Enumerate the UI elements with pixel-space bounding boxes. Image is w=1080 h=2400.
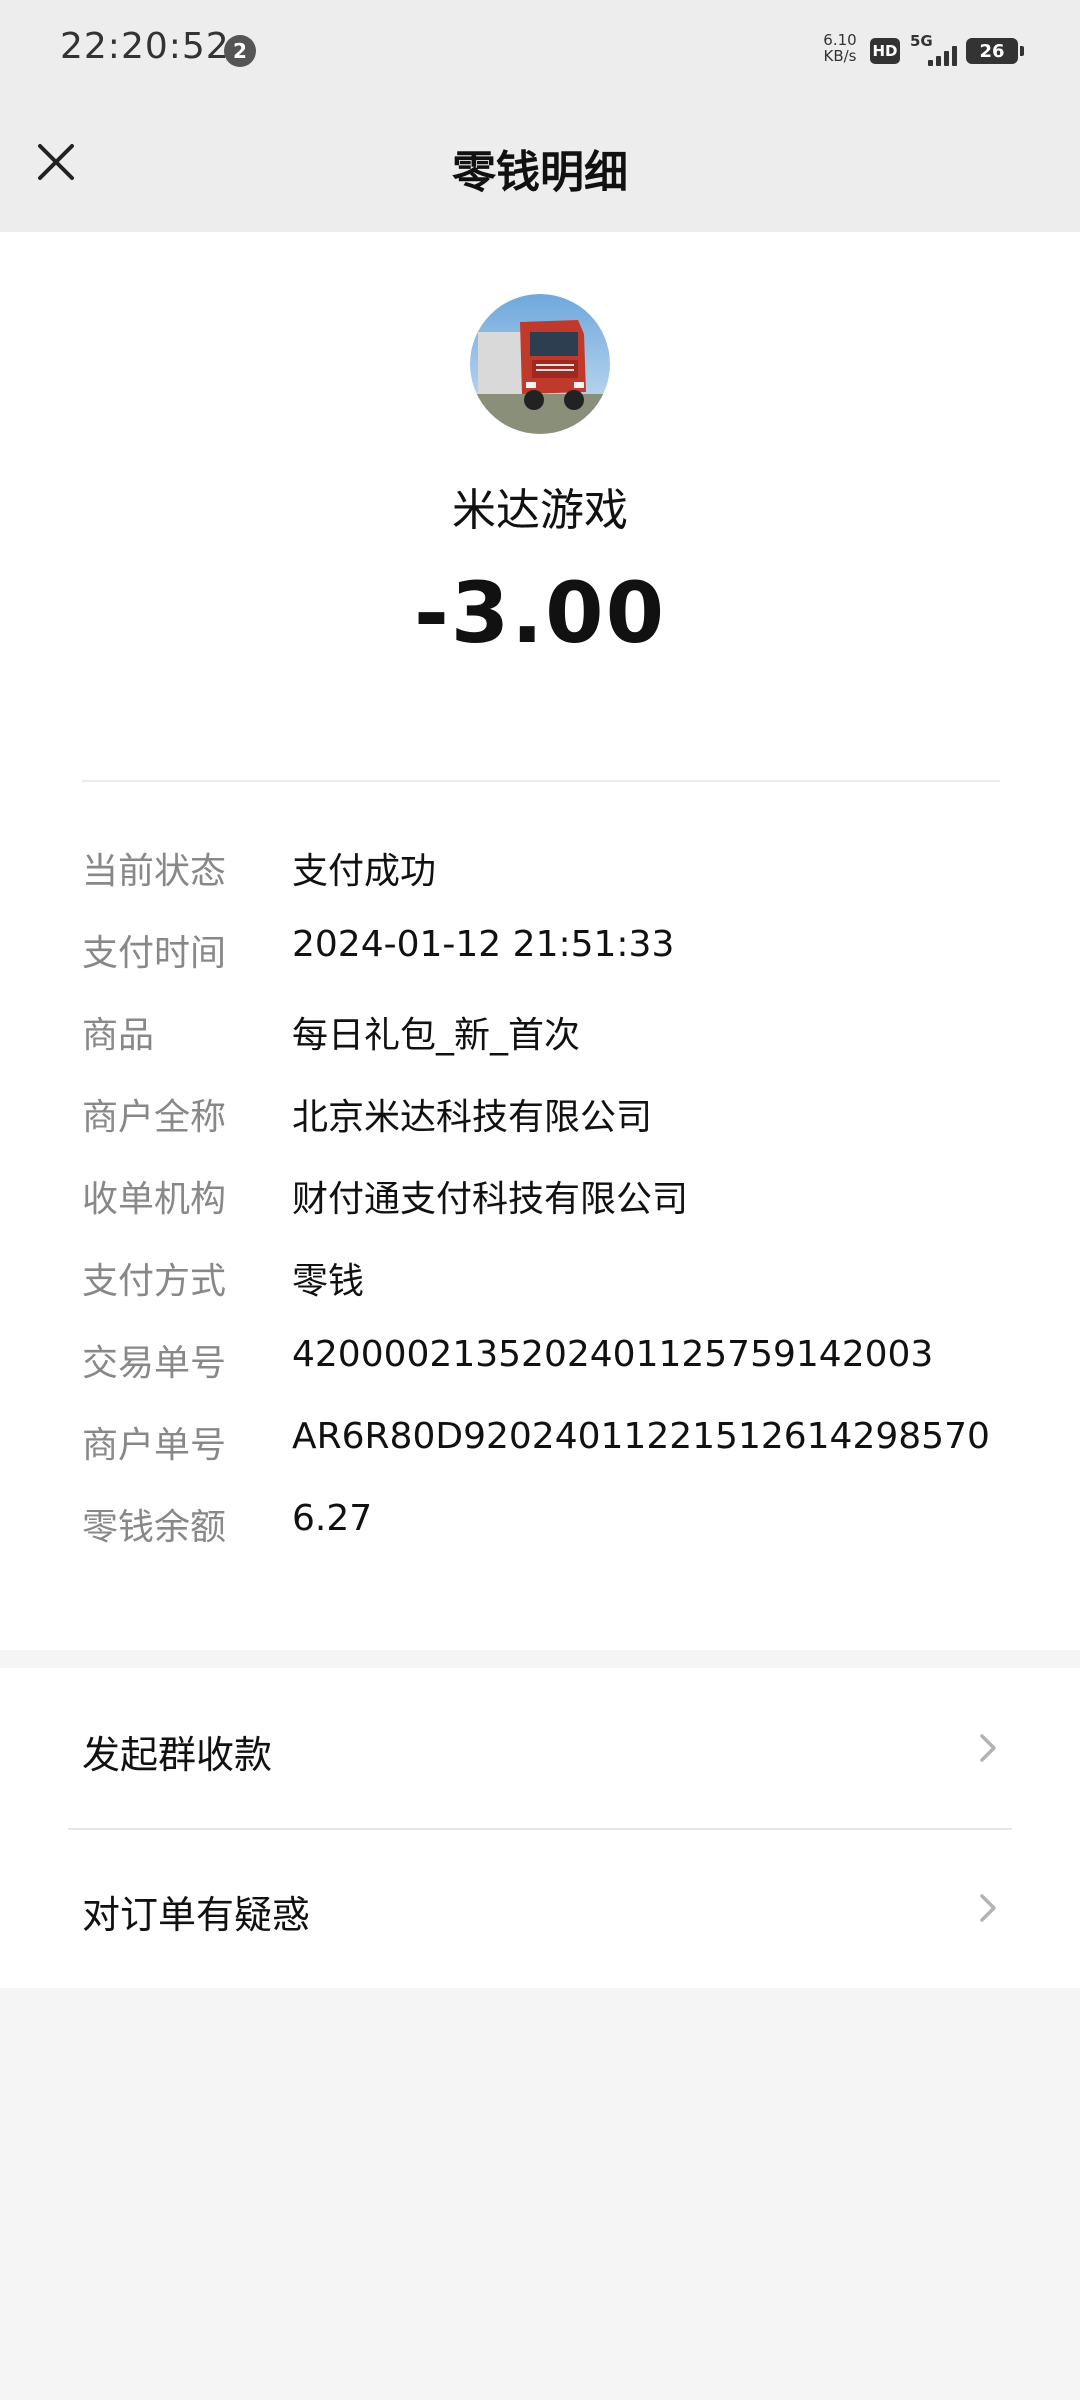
detail-value: 6.27 (292, 1498, 373, 1539)
detail-label: 交易单号 (82, 1343, 227, 1384)
network-speed: 6.10 KB/s (818, 32, 862, 64)
group-collect-button[interactable]: 发起群收款 (0, 1668, 1080, 1828)
detail-label: 支付方式 (82, 1261, 227, 1302)
action-list: 发起群收款 对订单有疑惑 (0, 1668, 1080, 1988)
truck-avatar-icon (470, 294, 610, 434)
merchant-name: 米达游戏 (452, 485, 628, 536)
action-label: 对订单有疑惑 (82, 1893, 311, 1937)
status-bar: 22:20:52 2 6.10 KB/s HD 5G 26 (0, 0, 1080, 100)
detail-value: AR6R80D92024011221512614298570 (292, 1416, 990, 1457)
detail-row-payment-method: 支付方式 零钱 (82, 1252, 1042, 1334)
status-time: 22:20:52 (60, 26, 230, 67)
detail-value: 4200002135202401125759142003 (292, 1334, 934, 1375)
battery-icon: 26 (966, 38, 1024, 64)
order-question-button[interactable]: 对订单有疑惑 (0, 1828, 1080, 1988)
detail-value: 每日礼包_新_首次 (292, 1015, 581, 1056)
detail-value: 财付通支付科技有限公司 (292, 1179, 689, 1220)
detail-row-transaction-id: 交易单号 4200002135202401125759142003 (82, 1334, 1042, 1416)
signal-icon: 5G (910, 30, 960, 70)
transaction-amount: -3.00 (413, 564, 667, 662)
network-speed-value: 6.10 (823, 31, 857, 49)
detail-label: 当前状态 (82, 851, 227, 892)
detail-value: 2024-01-12 21:51:33 (292, 924, 675, 965)
detail-row-merchant-fullname: 商户全称 北京米达科技有限公司 (82, 1088, 1042, 1170)
network-speed-unit: KB/s (823, 47, 857, 65)
notification-count-badge: 2 (224, 35, 256, 67)
detail-label: 商户全称 (82, 1097, 227, 1138)
detail-label: 收单机构 (82, 1179, 227, 1220)
detail-value: 北京米达科技有限公司 (292, 1097, 653, 1138)
detail-label: 商品 (82, 1015, 155, 1056)
detail-value: 支付成功 (292, 851, 437, 892)
detail-row-payment-time: 支付时间 2024-01-12 21:51:33 (82, 924, 1042, 1006)
page-title: 零钱明细 (452, 147, 628, 198)
detail-label: 支付时间 (82, 933, 227, 974)
chevron-right-icon (980, 1894, 996, 1922)
action-label: 发起群收款 (82, 1733, 273, 1777)
detail-row-product: 商品 每日礼包_新_首次 (82, 1006, 1042, 1088)
divider (82, 780, 1000, 782)
nav-bar: 零钱明细 (0, 100, 1080, 232)
signal-bars-icon (928, 46, 958, 66)
transaction-card: 米达游戏 -3.00 当前状态 支付成功 支付时间 2024-01-12 21:… (0, 232, 1080, 1650)
battery-level: 26 (979, 40, 1005, 62)
detail-list: 当前状态 支付成功 支付时间 2024-01-12 21:51:33 商品 每日… (82, 842, 1042, 1580)
detail-row-status: 当前状态 支付成功 (82, 842, 1042, 924)
detail-row-balance: 零钱余额 6.27 (82, 1498, 1042, 1580)
detail-row-merchant-order-id: 商户单号 AR6R80D92024011221512614298570 (82, 1416, 1042, 1498)
detail-label: 零钱余额 (82, 1507, 227, 1548)
detail-label: 商户单号 (82, 1425, 227, 1466)
detail-row-acquirer: 收单机构 财付通支付科技有限公司 (82, 1170, 1042, 1252)
detail-value: 零钱 (292, 1261, 365, 1302)
merchant-avatar (470, 294, 610, 434)
hd-icon: HD (870, 38, 900, 64)
chevron-right-icon (980, 1734, 996, 1762)
